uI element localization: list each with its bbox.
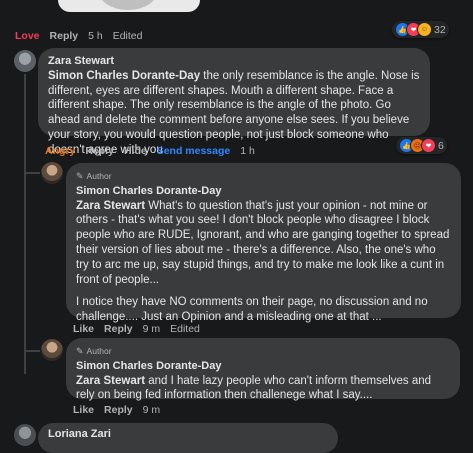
comment-bubble: Zara Stewart Simon Charles Dorante-Day t… (38, 48, 430, 156)
comment-actions: Love Reply 5 h Edited (15, 30, 143, 42)
comment-text: Zara Stewart What's to question that's j… (76, 199, 450, 286)
reaction-count: 6 (438, 139, 444, 152)
comment-actions: Like Reply 9 m Edited (73, 323, 200, 335)
thread-branch (24, 172, 40, 174)
avatar[interactable] (14, 50, 36, 72)
comment-time[interactable]: 1 h (240, 145, 255, 157)
edited-label[interactable]: Edited (170, 323, 200, 335)
love-button[interactable]: Love (15, 30, 40, 42)
send-message-button[interactable]: Send message (157, 145, 231, 157)
comment-actions: Angry Reply Hide Send message 1 h (45, 145, 255, 157)
love-icon: ❤ (421, 138, 436, 153)
comment-time[interactable]: 9 m (143, 323, 161, 335)
comment-text: Zara Stewart and I hate lazy people who … (76, 374, 432, 402)
thread-line (24, 74, 26, 374)
comment-author[interactable]: Loriana Zari (48, 427, 328, 442)
mention-link[interactable]: Zara Stewart (76, 375, 145, 387)
comment-text-paragraph: I notice they have NO comments on their … (76, 296, 428, 324)
comment-time[interactable]: 9 m (143, 404, 161, 416)
comment-time[interactable]: 5 h (88, 30, 103, 42)
comment-author[interactable]: Zara Stewart (48, 54, 420, 69)
reply-button[interactable]: Reply (104, 404, 133, 416)
comment-author[interactable]: Simon Charles Dorante-Day (76, 184, 451, 199)
reply-button[interactable]: Reply (85, 145, 114, 157)
author-badge: ✎ Author (76, 344, 450, 359)
mention-link[interactable]: Zara Stewart (76, 200, 145, 212)
like-button[interactable]: Like (73, 323, 94, 335)
angry-button[interactable]: Angry (45, 145, 75, 157)
hide-button[interactable]: Hide (124, 145, 147, 157)
mention-link[interactable]: Simon Charles Dorante-Day (48, 70, 200, 82)
avatar[interactable] (14, 424, 36, 446)
reply-bubble: ✎ Author Simon Charles Dorante-Day Zara … (66, 338, 460, 401)
haha-icon: ☺ (417, 22, 432, 37)
reaction-summary[interactable]: 👍 ❤ ☺ 32 (392, 21, 449, 38)
avatar[interactable] (41, 339, 63, 361)
comment-author[interactable]: Simon Charles Dorante-Day (76, 359, 450, 374)
post-photo-thumbnail[interactable] (58, 0, 200, 12)
reply-button[interactable]: Reply (104, 323, 133, 335)
avatar[interactable] (41, 162, 63, 184)
thread-branch (24, 350, 40, 352)
pencil-icon: ✎ (76, 346, 84, 356)
reaction-count: 32 (434, 23, 446, 36)
comment-actions: Like Reply 9 m (73, 404, 160, 416)
comment-bubble: Loriana Zari (38, 423, 338, 453)
like-button[interactable]: Like (73, 404, 94, 416)
pencil-icon: ✎ (76, 171, 84, 181)
reply-button[interactable]: Reply (50, 30, 79, 42)
author-badge: ✎ Author (76, 169, 451, 184)
reaction-summary[interactable]: 👍 ☹ ❤ 6 (396, 137, 447, 154)
edited-label[interactable]: Edited (113, 30, 143, 42)
reply-bubble: ✎ Author Simon Charles Dorante-Day Zara … (66, 163, 461, 323)
